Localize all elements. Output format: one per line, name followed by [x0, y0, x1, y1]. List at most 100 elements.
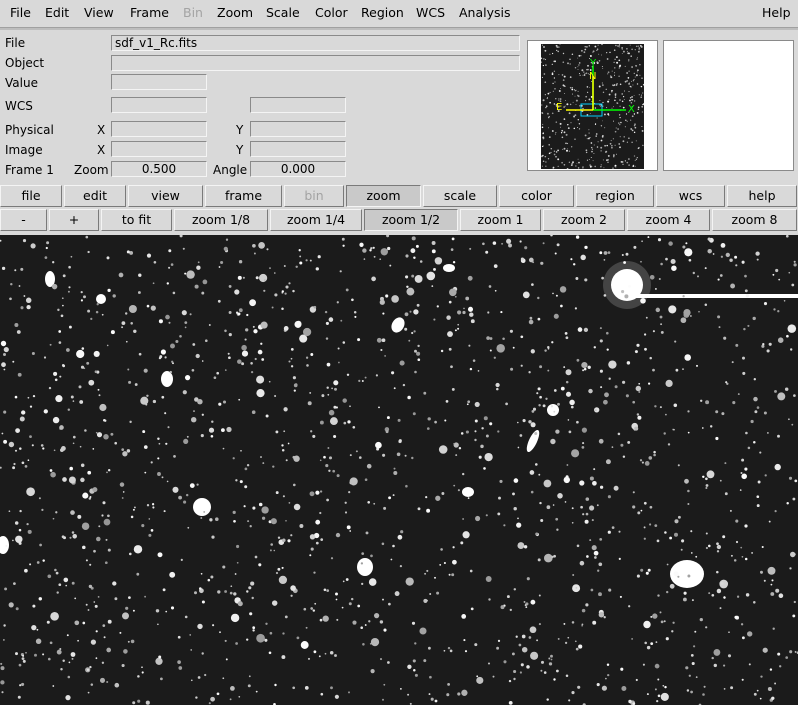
- btn-file[interactable]: file: [0, 185, 62, 207]
- btn-zoom-fit[interactable]: to fit: [101, 209, 172, 231]
- menu-file[interactable]: File: [10, 5, 31, 20]
- btn-zoom-in[interactable]: +: [49, 209, 99, 231]
- menu-help[interactable]: Help: [762, 5, 791, 20]
- star: [334, 387, 337, 391]
- panner-star: [598, 60, 601, 62]
- btn-zoom[interactable]: zoom: [346, 185, 421, 207]
- star: [467, 306, 474, 312]
- btn-zoom-1-8[interactable]: zoom 1/8: [174, 209, 268, 231]
- star: [187, 526, 190, 529]
- star: [648, 456, 653, 460]
- star: [474, 419, 478, 423]
- star: [106, 256, 110, 260]
- star: [639, 459, 643, 462]
- star: [122, 451, 128, 457]
- btn-zoom-8[interactable]: zoom 8: [712, 209, 797, 231]
- star: [258, 563, 262, 567]
- btn-zoom-out[interactable]: -: [0, 209, 47, 231]
- star: [314, 602, 317, 605]
- panner-star: [578, 123, 581, 125]
- star: [741, 678, 744, 681]
- star: [250, 362, 253, 365]
- star: [411, 456, 414, 460]
- menu-view[interactable]: View: [84, 5, 114, 20]
- panner-star: [626, 80, 628, 82]
- star: [474, 430, 477, 433]
- star: [197, 623, 203, 630]
- panner[interactable]: N E Y X: [527, 40, 658, 171]
- star: [677, 575, 680, 578]
- star: [30, 243, 36, 249]
- star: [402, 383, 406, 387]
- star: [21, 410, 26, 415]
- star: [146, 394, 149, 398]
- star: [767, 432, 769, 434]
- menu-frame[interactable]: Frame: [130, 5, 169, 20]
- star: [497, 639, 501, 643]
- star: [454, 329, 457, 332]
- star: [375, 441, 382, 449]
- panner-star: [600, 139, 603, 142]
- star: [203, 510, 206, 513]
- star: [585, 603, 589, 607]
- star: [34, 653, 37, 657]
- btn-scale[interactable]: scale: [423, 185, 497, 207]
- panner-star: [542, 137, 545, 140]
- btn-zoom-1[interactable]: zoom 1: [460, 209, 541, 231]
- menu-edit[interactable]: Edit: [45, 5, 69, 20]
- btn-frame[interactable]: frame: [205, 185, 282, 207]
- star: [636, 574, 640, 578]
- star: [348, 602, 352, 606]
- panner-star: [581, 69, 584, 72]
- menu-scale[interactable]: Scale: [266, 5, 300, 20]
- btn-view[interactable]: view: [128, 185, 203, 207]
- star-field[interactable]: [0, 235, 798, 705]
- bright-star-10: [462, 487, 474, 497]
- btn-color[interactable]: color: [499, 185, 574, 207]
- panner-star: [571, 88, 574, 91]
- star: [178, 495, 183, 500]
- star: [194, 284, 199, 289]
- btn-zoom-1-2[interactable]: zoom 1/2: [364, 209, 458, 231]
- menu-region[interactable]: Region: [361, 5, 404, 20]
- panner-star: [596, 117, 598, 119]
- panner-star: [641, 125, 643, 128]
- star: [177, 660, 181, 664]
- panner-star: [585, 95, 588, 98]
- menu-wcs[interactable]: WCS: [416, 5, 445, 20]
- btn-wcs[interactable]: wcs: [656, 185, 725, 207]
- menu-color[interactable]: Color: [315, 5, 348, 20]
- star: [578, 644, 583, 649]
- menu-zoom[interactable]: Zoom: [217, 5, 253, 20]
- star: [29, 563, 32, 566]
- star: [350, 597, 354, 601]
- panner-image[interactable]: N E Y X: [541, 44, 644, 169]
- star: [92, 448, 95, 450]
- star: [720, 243, 726, 248]
- star: [165, 610, 168, 613]
- star: [1, 362, 6, 368]
- star: [380, 348, 383, 352]
- image-display[interactable]: [0, 235, 798, 705]
- star: [94, 604, 98, 608]
- star: [225, 238, 229, 241]
- star: [598, 438, 604, 444]
- menu-analysis[interactable]: Analysis: [459, 5, 511, 20]
- image-y-label: Y: [236, 143, 244, 157]
- btn-edit[interactable]: edit: [64, 185, 126, 207]
- star: [568, 430, 572, 434]
- star: [756, 495, 760, 499]
- star: [43, 356, 47, 359]
- btn-zoom-1-4[interactable]: zoom 1/4: [270, 209, 362, 231]
- btn-help[interactable]: help: [727, 185, 797, 207]
- star: [25, 297, 32, 304]
- star: [700, 399, 703, 402]
- panner-star: [637, 45, 639, 47]
- panner-star: [600, 164, 602, 166]
- star: [271, 306, 274, 309]
- btn-zoom-2[interactable]: zoom 2: [543, 209, 625, 231]
- panner-star: [635, 140, 637, 142]
- btn-zoom-4[interactable]: zoom 4: [627, 209, 710, 231]
- btn-region[interactable]: region: [576, 185, 654, 207]
- star: [298, 249, 301, 252]
